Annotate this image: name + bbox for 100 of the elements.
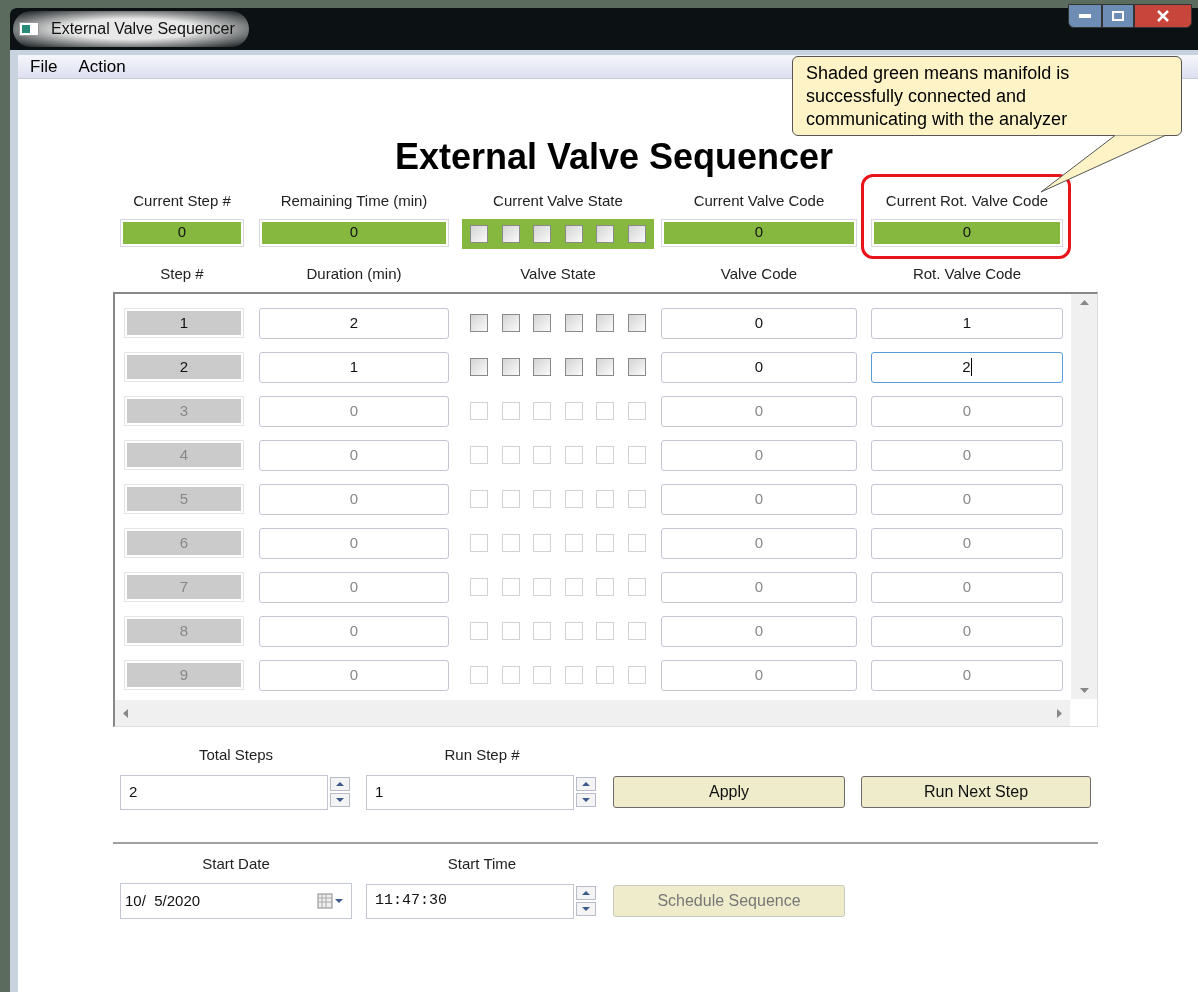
checkbox[interactable] bbox=[470, 534, 489, 552]
menu-item[interactable]: Action bbox=[78, 53, 126, 80]
checkbox[interactable] bbox=[596, 622, 615, 640]
input-field[interactable]: 0 bbox=[661, 483, 857, 515]
checkbox[interactable] bbox=[470, 578, 489, 596]
date-picker[interactable]: 10/ 5/2020 bbox=[120, 883, 352, 919]
input-field[interactable]: 0 bbox=[661, 571, 857, 603]
checkbox[interactable] bbox=[627, 224, 646, 243]
input-field[interactable]: 0 bbox=[661, 527, 857, 559]
checkbox[interactable] bbox=[564, 534, 583, 552]
checkbox[interactable] bbox=[596, 224, 615, 243]
input-field[interactable]: 1 bbox=[871, 307, 1063, 339]
checkbox[interactable] bbox=[564, 402, 583, 420]
input-field[interactable]: 0 bbox=[661, 659, 857, 691]
checkbox[interactable] bbox=[533, 358, 552, 376]
time-field[interactable]: 11:47:30 bbox=[366, 883, 574, 919]
input-field[interactable]: 0 bbox=[871, 615, 1063, 647]
input-field[interactable]: 0 bbox=[259, 615, 449, 647]
checkbox[interactable] bbox=[627, 490, 646, 508]
checkbox[interactable] bbox=[470, 490, 489, 508]
checkbox[interactable] bbox=[596, 446, 615, 464]
checkbox[interactable] bbox=[533, 578, 552, 596]
checkbox[interactable] bbox=[470, 666, 489, 684]
checkbox[interactable] bbox=[501, 622, 520, 640]
button[interactable]: Run Next Step bbox=[861, 776, 1091, 808]
checkbox[interactable] bbox=[470, 622, 489, 640]
input-field[interactable]: 0 bbox=[259, 439, 449, 471]
input-field[interactable]: 0 bbox=[871, 527, 1063, 559]
input-field[interactable]: 0 bbox=[259, 395, 449, 427]
number-field[interactable]: 1 bbox=[366, 774, 574, 810]
scroll-right-icon[interactable] bbox=[1057, 708, 1062, 718]
input-field[interactable]: 0 bbox=[871, 571, 1063, 603]
checkbox[interactable] bbox=[596, 358, 615, 376]
spin-down-button[interactable] bbox=[576, 793, 596, 807]
checkbox[interactable] bbox=[596, 534, 615, 552]
checkbox[interactable] bbox=[470, 224, 489, 243]
checkbox[interactable] bbox=[501, 490, 520, 508]
horizontal-scrollbar[interactable] bbox=[115, 700, 1070, 726]
checkbox[interactable] bbox=[596, 578, 615, 596]
checkbox[interactable] bbox=[533, 446, 552, 464]
checkbox[interactable] bbox=[470, 314, 489, 332]
checkbox[interactable] bbox=[533, 666, 552, 684]
button[interactable]: Apply bbox=[613, 776, 845, 808]
checkbox[interactable] bbox=[501, 446, 520, 464]
checkbox[interactable] bbox=[564, 490, 583, 508]
checkbox[interactable] bbox=[501, 314, 520, 332]
input-field[interactable]: 0 bbox=[259, 483, 449, 515]
checkbox[interactable] bbox=[564, 578, 583, 596]
spin-up-button[interactable] bbox=[576, 886, 596, 900]
input-field[interactable]: 0 bbox=[871, 395, 1063, 427]
input-field[interactable]: 0 bbox=[259, 659, 449, 691]
scroll-down-icon[interactable] bbox=[1079, 688, 1089, 693]
checkbox[interactable] bbox=[564, 666, 583, 684]
vertical-scrollbar[interactable] bbox=[1071, 294, 1097, 699]
checkbox[interactable] bbox=[596, 490, 615, 508]
minimize-button[interactable] bbox=[1068, 4, 1102, 28]
scroll-up-icon[interactable] bbox=[1079, 300, 1089, 305]
input-field[interactable]: 0 bbox=[259, 571, 449, 603]
checkbox[interactable] bbox=[501, 224, 520, 243]
scroll-left-icon[interactable] bbox=[123, 708, 128, 718]
checkbox[interactable] bbox=[533, 534, 552, 552]
checkbox[interactable] bbox=[596, 666, 615, 684]
checkbox[interactable] bbox=[564, 358, 583, 376]
input-field[interactable]: 0 bbox=[661, 615, 857, 647]
checkbox[interactable] bbox=[501, 358, 520, 376]
checkbox[interactable] bbox=[470, 446, 489, 464]
input-field[interactable]: 0 bbox=[661, 351, 857, 383]
input-field[interactable]: 0 bbox=[661, 439, 857, 471]
input-field[interactable]: 1 bbox=[259, 351, 449, 383]
checkbox[interactable] bbox=[501, 402, 520, 420]
spin-down-button[interactable] bbox=[330, 793, 350, 807]
checkbox[interactable] bbox=[564, 314, 583, 332]
checkbox[interactable] bbox=[501, 534, 520, 552]
input-field[interactable]: 2 bbox=[259, 307, 449, 339]
checkbox[interactable] bbox=[501, 666, 520, 684]
checkbox[interactable] bbox=[564, 622, 583, 640]
spin-up-button[interactable] bbox=[330, 777, 350, 791]
checkbox[interactable] bbox=[533, 314, 552, 332]
spin-up-button[interactable] bbox=[576, 777, 596, 791]
input-field[interactable]: 0 bbox=[661, 395, 857, 427]
maximize-button[interactable] bbox=[1102, 4, 1134, 28]
number-field[interactable]: 2 bbox=[120, 774, 328, 810]
checkbox[interactable] bbox=[470, 358, 489, 376]
input-field[interactable]: 0 bbox=[661, 307, 857, 339]
checkbox[interactable] bbox=[470, 402, 489, 420]
input-field[interactable]: 0 bbox=[871, 659, 1063, 691]
checkbox[interactable] bbox=[533, 402, 552, 420]
input-field[interactable]: 2 bbox=[871, 351, 1063, 383]
checkbox[interactable] bbox=[627, 314, 646, 332]
checkbox[interactable] bbox=[627, 666, 646, 684]
checkbox[interactable] bbox=[533, 224, 552, 243]
spin-down-button[interactable] bbox=[576, 902, 596, 916]
checkbox[interactable] bbox=[596, 314, 615, 332]
checkbox[interactable] bbox=[627, 578, 646, 596]
input-field[interactable]: 0 bbox=[871, 483, 1063, 515]
checkbox[interactable] bbox=[596, 402, 615, 420]
input-field[interactable]: 0 bbox=[871, 439, 1063, 471]
checkbox[interactable] bbox=[564, 446, 583, 464]
checkbox[interactable] bbox=[627, 446, 646, 464]
close-button[interactable] bbox=[1134, 4, 1192, 28]
